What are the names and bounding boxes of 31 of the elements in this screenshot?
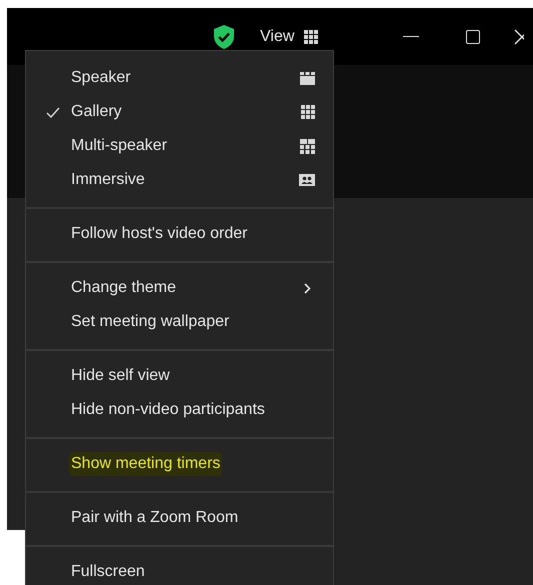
menu-item-label: Fullscreen (71, 562, 145, 582)
menu-item[interactable]: Gallery (26, 95, 333, 129)
grid-icon (301, 105, 315, 119)
menu-item[interactable]: Speaker (26, 61, 333, 95)
menu-item-label: Show meeting timers (69, 452, 222, 476)
menu-item-label: Speaker (71, 68, 131, 88)
menu-item-label: Multi-speaker (71, 136, 168, 156)
multi-grid-icon (300, 138, 315, 154)
menu-item[interactable]: Hide non-video participants (26, 393, 333, 427)
people-card-icon (299, 174, 315, 186)
menu-item[interactable]: Change theme (26, 271, 333, 305)
menu-item-label: Gallery (71, 102, 122, 122)
menu-item[interactable]: Hide self view (26, 359, 333, 393)
menu-item-label: Follow host's video order (71, 224, 248, 244)
menu-item-label: Hide non-video participants (71, 400, 265, 420)
menu-item[interactable]: Pair with a Zoom Room (26, 501, 333, 535)
menu-item-label: Set meeting wallpaper (71, 312, 230, 332)
view-button[interactable]: View (260, 24, 318, 48)
menu-item[interactable]: Follow host's video order (26, 217, 333, 251)
menu-item[interactable]: Show meeting timers (26, 447, 333, 481)
menu-item-label: Hide self view (71, 366, 170, 386)
menu-item-label: Change theme (71, 278, 176, 298)
grid-icon (304, 30, 318, 44)
menu-item[interactable]: Immersive (26, 163, 333, 197)
speaker-view-icon (300, 72, 315, 84)
shield-check-icon (212, 24, 236, 50)
menu-item-label: Immersive (71, 170, 145, 190)
menu-item[interactable]: Multi-speaker (26, 129, 333, 163)
menu-item-label: Pair with a Zoom Room (71, 508, 238, 528)
menu-item[interactable]: Set meeting wallpaper (26, 305, 333, 339)
menu-item[interactable]: Fullscreen (26, 555, 333, 585)
